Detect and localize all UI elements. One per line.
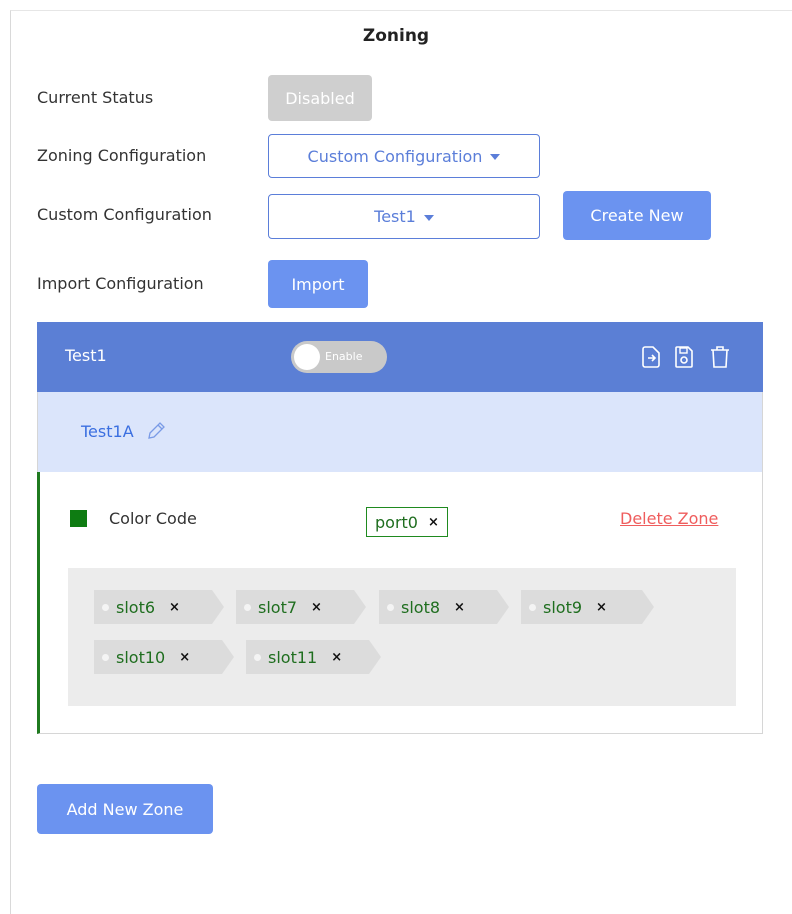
slot-dot-icon [529, 604, 536, 611]
slot-tag: slot9 × [521, 590, 654, 624]
slot-dot-icon [254, 654, 261, 661]
slot-tag: slot8 × [379, 590, 509, 624]
configuration-panel-header: Test1 Enable [37, 322, 763, 392]
slot-label: slot9 [543, 597, 583, 617]
color-code-label: Color Code [109, 509, 197, 528]
color-swatch[interactable] [70, 510, 87, 527]
import-button[interactable]: Import [268, 260, 368, 308]
zone-group-title: Test1A [81, 422, 134, 441]
pencil-icon[interactable] [145, 420, 167, 442]
slot-label: slot7 [258, 597, 298, 617]
custom-configuration-value: Test1 [374, 207, 416, 226]
slot-label: slot6 [116, 597, 156, 617]
slot-tag: slot6 × [94, 590, 224, 624]
add-new-zone-button[interactable]: Add New Zone [37, 784, 213, 834]
caret-down-icon [423, 214, 434, 221]
create-new-button[interactable]: Create New [563, 191, 711, 240]
zone-card: Color Code port0 × Delete Zone slot6 × s… [37, 472, 763, 734]
slot-dot-icon [387, 604, 394, 611]
slot-tag: slot10 × [94, 640, 234, 674]
port-tag-label: port0 [375, 512, 418, 532]
toggle-label: Enable [325, 350, 363, 363]
zoning-configuration-dropdown[interactable]: Custom Configuration [268, 134, 540, 178]
slot-tag: slot7 × [236, 590, 366, 624]
slot-dot-icon [102, 654, 109, 661]
slot-label: slot11 [268, 647, 318, 667]
slot-label: slot10 [116, 647, 166, 667]
slot-remove-icon[interactable]: × [179, 650, 190, 665]
slot-dot-icon [102, 604, 109, 611]
trash-icon[interactable] [709, 344, 731, 370]
toggle-knob [294, 344, 320, 370]
status-disabled-button[interactable]: Disabled [268, 75, 372, 121]
slot-tag: slot11 × [246, 640, 381, 674]
slot-remove-icon[interactable]: × [311, 600, 322, 615]
enable-toggle[interactable]: Enable [291, 341, 387, 373]
save-icon[interactable] [673, 344, 695, 370]
slot-list: slot6 × slot7 × slot8 × slot9 × slot10 ×… [68, 568, 736, 706]
slot-dot-icon [244, 604, 251, 611]
current-status-label: Current Status [37, 88, 154, 107]
zoning-configuration-label: Zoning Configuration [37, 146, 207, 165]
panel-title: Test1 [65, 346, 107, 365]
zoning-configuration-value: Custom Configuration [307, 146, 483, 166]
port-tag: port0 × [366, 507, 448, 537]
custom-configuration-dropdown[interactable]: Test1 [268, 194, 540, 239]
slot-label: slot8 [401, 597, 441, 617]
port-remove-icon[interactable]: × [428, 515, 439, 530]
slot-remove-icon[interactable]: × [331, 650, 342, 665]
slot-remove-icon[interactable]: × [454, 600, 465, 615]
export-icon[interactable] [640, 344, 662, 370]
zone-group-header: Test1A [37, 392, 763, 472]
custom-configuration-label: Custom Configuration [37, 205, 212, 224]
delete-zone-link[interactable]: Delete Zone [620, 509, 718, 528]
slot-remove-icon[interactable]: × [169, 600, 180, 615]
slot-remove-icon[interactable]: × [596, 600, 607, 615]
caret-down-icon [490, 154, 501, 160]
page-title: Zoning [362, 26, 430, 46]
import-configuration-label: Import Configuration [37, 274, 204, 293]
